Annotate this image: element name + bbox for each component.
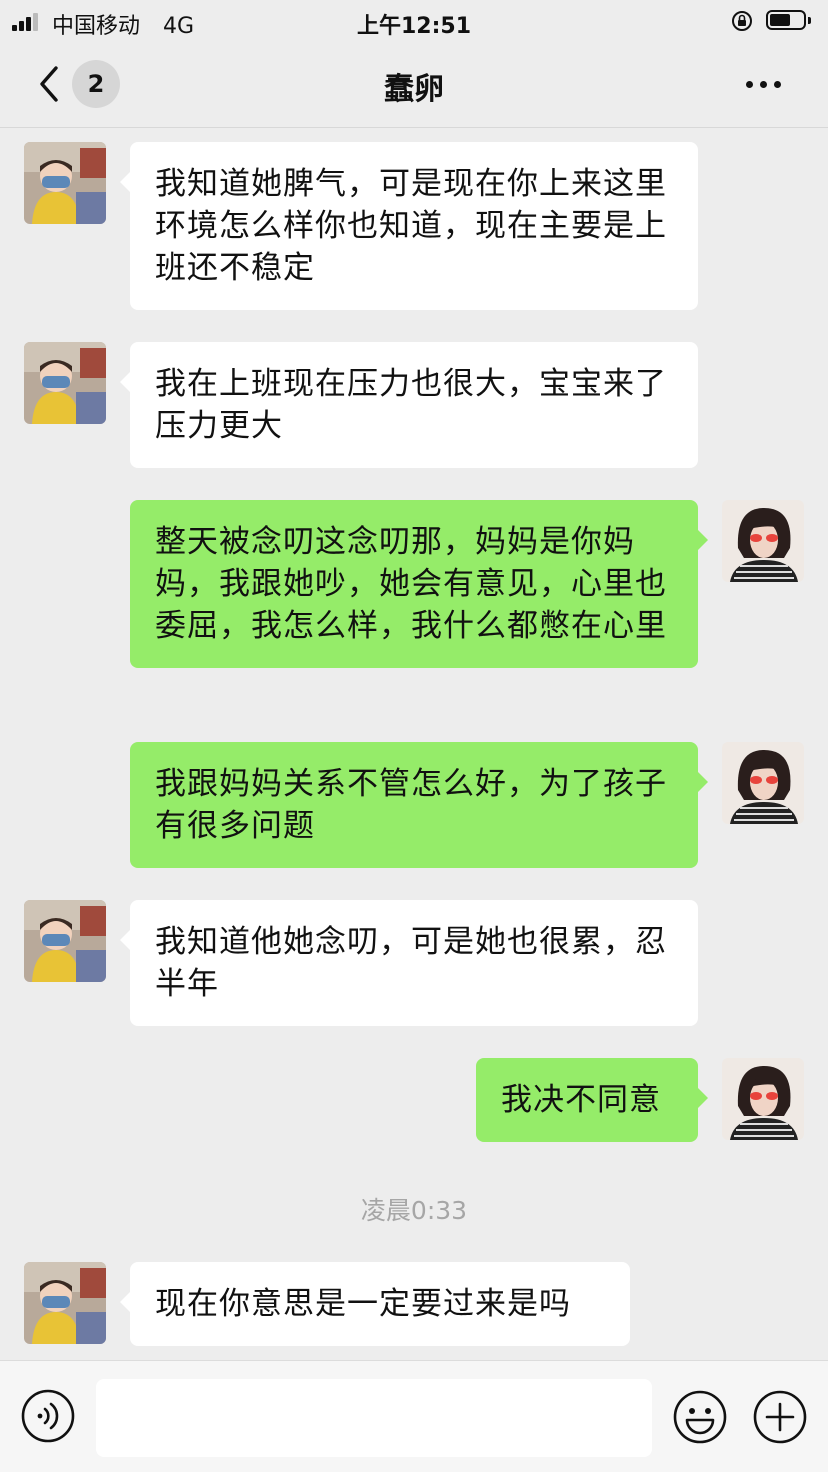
message-bubble-incoming[interactable]: 我在上班现在压力也很大，宝宝来了压力更大 — [120, 342, 698, 468]
message-list[interactable]: 我知道她脾气，可是现在你上来这里环境怎么样你也知道，现在主要是上班还不稳定 我在… — [0, 128, 828, 1360]
message-bubble-outgoing[interactable]: 整天被念叨这念叨那，妈妈是你妈妈，我跟她吵，她会有意见，心里也委屈，我怎么样，我… — [130, 500, 708, 668]
message-bubble-outgoing[interactable]: 我跟妈妈关系不管怎么好，为了孩子有很多问题 — [130, 742, 708, 868]
message-input[interactable] — [96, 1379, 652, 1457]
contact-avatar[interactable] — [24, 900, 106, 982]
chat-title: 蠢卵 — [384, 72, 444, 107]
user-avatar[interactable] — [722, 1058, 804, 1140]
battery-icon — [766, 10, 812, 32]
contact-avatar[interactable] — [24, 142, 106, 224]
message-timestamp: 凌晨0:33 — [360, 1196, 468, 1225]
plus-icon[interactable] — [752, 1389, 808, 1445]
message-bubble-incoming[interactable]: 现在你意思是一定要过来是吗 — [120, 1262, 630, 1346]
voice-icon[interactable] — [21, 1389, 75, 1443]
clock: 上午12:51 — [356, 14, 472, 39]
emoji-icon[interactable] — [672, 1389, 728, 1445]
message-bubble-incoming[interactable]: 我知道她脾气，可是现在你上来这里环境怎么样你也知道，现在主要是上班还不稳定 — [120, 142, 698, 310]
contact-avatar[interactable] — [24, 342, 106, 424]
user-avatar[interactable] — [722, 742, 804, 824]
message-bubble-outgoing[interactable]: 我决不同意 — [476, 1058, 708, 1142]
user-avatar[interactable] — [722, 500, 804, 582]
status-bar: 中国移动 4G 上午12:51 — [0, 0, 828, 44]
rotation-lock-icon — [732, 11, 752, 31]
more-dots-icon[interactable] — [740, 72, 788, 96]
contact-avatar[interactable] — [24, 1262, 106, 1344]
input-toolbar — [0, 1360, 828, 1472]
chat-header: 2 蠢卵 — [0, 44, 828, 128]
message-bubble-incoming[interactable]: 我知道他她念叨，可是她也很累，忍半年 — [120, 900, 698, 1026]
